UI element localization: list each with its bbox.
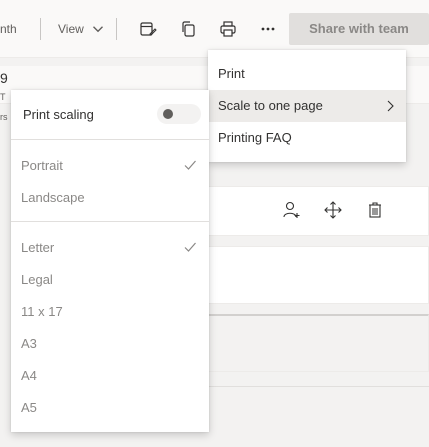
hours-text: rs	[0, 112, 8, 122]
scale-menu-item-label: Scale to one page	[218, 98, 323, 113]
paper-a4-option[interactable]: A4	[11, 359, 209, 391]
print-menu: Print Scale to one page Printing FAQ	[208, 50, 406, 162]
option-label: Landscape	[21, 190, 85, 205]
view-button[interactable]: View	[58, 22, 84, 36]
paper-a3-option[interactable]: A3	[11, 327, 209, 359]
option-label: 11 x 17	[21, 304, 63, 319]
toolbar-divider	[40, 18, 41, 40]
day-number: 9	[0, 70, 8, 86]
more-icon[interactable]	[256, 17, 280, 41]
day-abbrev: T	[0, 92, 6, 102]
paper-11x17-option[interactable]: 11 x 17	[11, 295, 209, 327]
trash-icon[interactable]	[365, 200, 385, 220]
toolbar-divider	[116, 18, 117, 40]
print-scaling-label: Print scaling	[23, 107, 94, 122]
scale-submenu: Print scaling Portrait Landscape Letter …	[11, 90, 209, 432]
chevron-right-icon	[387, 100, 394, 112]
printing-faq-label: Printing FAQ	[218, 130, 292, 145]
paper-letter-option[interactable]: Letter	[11, 231, 209, 263]
checkmark-icon	[184, 160, 196, 170]
printing-faq-menu-item[interactable]: Printing FAQ	[208, 122, 406, 154]
option-label: A3	[21, 336, 37, 351]
option-label: Portrait	[21, 158, 63, 173]
shift-card	[200, 246, 429, 304]
toggle-knob	[163, 109, 173, 119]
calendar-edit-icon[interactable]	[136, 17, 160, 41]
row-divider	[200, 386, 429, 387]
option-label: Letter	[21, 240, 55, 255]
option-label: Legal	[21, 272, 53, 287]
add-person-icon[interactable]	[282, 200, 302, 220]
orientation-landscape-option[interactable]: Landscape	[11, 181, 209, 213]
print-menu-item-label: Print	[218, 66, 245, 81]
month-view-button[interactable]: nth	[0, 22, 17, 36]
share-with-team-button[interactable]: Share with team	[289, 13, 429, 45]
orientation-portrait-option[interactable]: Portrait	[11, 149, 209, 181]
shift-card	[200, 314, 429, 372]
option-label: A4	[21, 368, 37, 383]
menu-divider	[11, 221, 209, 222]
chevron-down-icon	[86, 17, 110, 41]
move-icon[interactable]	[323, 200, 343, 220]
scale-to-one-page-menu-item[interactable]: Scale to one page	[208, 90, 406, 122]
checkmark-icon	[184, 242, 196, 252]
paper-a5-option[interactable]: A5	[11, 391, 209, 423]
print-scaling-row: Print scaling	[11, 98, 209, 130]
copy-icon[interactable]	[176, 17, 200, 41]
printer-icon[interactable]	[216, 17, 240, 41]
paper-legal-option[interactable]: Legal	[11, 263, 209, 295]
menu-divider	[11, 139, 209, 140]
print-menu-item[interactable]: Print	[208, 58, 406, 90]
print-scaling-toggle[interactable]	[157, 104, 201, 124]
option-label: A5	[21, 400, 37, 415]
shift-card-header	[200, 186, 429, 236]
